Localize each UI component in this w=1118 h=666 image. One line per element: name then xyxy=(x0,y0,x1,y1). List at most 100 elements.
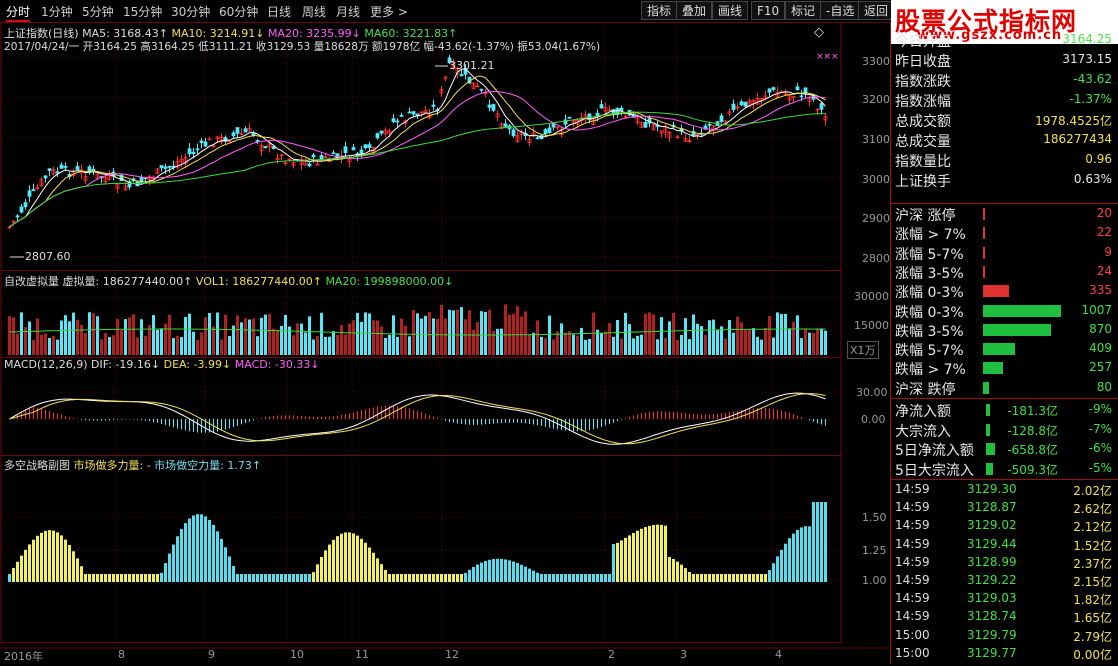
candle-body xyxy=(459,74,464,77)
candle-body xyxy=(391,118,396,123)
tick-row[interactable]: 14:59 3128.74 1.65亿 xyxy=(893,609,1118,629)
volume-bar xyxy=(576,335,579,355)
strategy-bar xyxy=(372,552,375,582)
tab-15min[interactable]: 15分钟 xyxy=(123,3,162,20)
ma-line xyxy=(9,111,826,228)
volume-bar xyxy=(420,318,423,355)
marker-xxx: ××× xyxy=(816,52,839,62)
tab-monthly[interactable]: 月线 xyxy=(336,3,360,20)
tab-5min[interactable]: 5分钟 xyxy=(82,3,114,20)
volume-bar xyxy=(668,321,671,355)
strategy-bar xyxy=(76,558,79,582)
tab-1min[interactable]: 1分钟 xyxy=(41,3,73,20)
volume-bar xyxy=(368,313,371,355)
tick-row[interactable]: 15:00 3129.77 0.00亿 xyxy=(893,646,1118,666)
strategy-bar xyxy=(448,574,451,582)
overlay-button[interactable]: 叠加 xyxy=(676,1,713,20)
dif-value: DIF: -19.16↓ xyxy=(91,358,161,371)
tab-intraday[interactable]: 分时 xyxy=(6,3,31,22)
x-label: 4 xyxy=(775,648,782,661)
strategy-bar xyxy=(412,574,415,582)
breadth-bar xyxy=(983,381,989,394)
strategy-bar xyxy=(136,574,139,582)
f10-button[interactable]: F10 xyxy=(751,1,786,20)
volume-bar xyxy=(484,311,487,355)
macd-y-tick: 30.00 xyxy=(856,386,888,399)
tick-time: 14:59 xyxy=(895,536,930,551)
strategy-bar xyxy=(356,535,359,582)
strategy-bar xyxy=(820,502,823,582)
macd-y-tick: 0.00 xyxy=(861,413,886,426)
volume-bar xyxy=(820,328,823,355)
strategy-bar xyxy=(64,539,67,582)
breadth-label: 跌幅 > 7% xyxy=(895,362,966,379)
breadth-row: 跌幅 5-7% 409 xyxy=(893,339,1118,359)
strategy-bar xyxy=(568,574,571,582)
x-label: 9 xyxy=(208,648,215,661)
volume-bar xyxy=(124,319,127,355)
volume-bar xyxy=(696,323,699,355)
strategy-bar xyxy=(384,569,387,582)
tick-row[interactable]: 14:59 3129.22 2.15亿 xyxy=(893,573,1118,593)
tab-60min[interactable]: 60分钟 xyxy=(219,3,258,20)
candle-body xyxy=(771,87,776,90)
strategy-bar xyxy=(756,574,759,582)
volume-bar xyxy=(524,311,527,355)
volume-bar xyxy=(400,318,403,355)
strategy-bar xyxy=(120,574,123,582)
tick-row[interactable]: 15:00 3129.79 2.79亿 xyxy=(893,628,1118,648)
volume-bar xyxy=(688,339,691,355)
strategy-bar xyxy=(192,515,195,582)
volume-bar xyxy=(768,315,771,355)
x-label: 3 xyxy=(680,648,687,661)
strategy-bar xyxy=(468,569,471,582)
candle-body xyxy=(487,104,492,108)
volume-bar xyxy=(156,329,159,355)
strategy-bar xyxy=(284,574,287,582)
volume-bar xyxy=(716,330,719,355)
indicator-button[interactable]: 指标 xyxy=(641,1,678,20)
tick-price: 3128.87 xyxy=(967,500,1017,515)
tick-row[interactable]: 14:59 3128.99 2.37亿 xyxy=(893,555,1118,575)
candle-body xyxy=(271,146,276,149)
tab-more[interactable]: 更多 > xyxy=(370,3,408,20)
candle-body xyxy=(567,116,572,119)
volume-bar xyxy=(548,315,551,355)
volume-bar xyxy=(444,318,447,355)
flow-pct: -5% xyxy=(1088,460,1112,475)
settings-diamond-icon[interactable]: ◇ xyxy=(814,25,824,40)
strategy-bar xyxy=(148,574,151,582)
tab-daily[interactable]: 日线 xyxy=(267,3,291,20)
tick-row[interactable]: 14:59 3129.44 1.52亿 xyxy=(893,537,1118,557)
strategy-bar xyxy=(516,563,519,582)
candle-body xyxy=(731,103,736,110)
volume-bar xyxy=(460,307,463,355)
volume-bar xyxy=(16,333,19,355)
tick-row[interactable]: 14:59 3129.03 1.82亿 xyxy=(893,591,1118,611)
quote-value: -1.37% xyxy=(1069,92,1112,106)
volume-bar xyxy=(84,332,87,355)
tab-30min[interactable]: 30分钟 xyxy=(171,3,210,20)
watchlist-button[interactable]: -自选 xyxy=(820,1,861,20)
tab-weekly[interactable]: 周线 xyxy=(302,3,326,20)
volume-bar xyxy=(72,312,75,355)
tick-row[interactable]: 14:59 3128.87 2.62亿 xyxy=(893,500,1118,520)
mark-button[interactable]: 标记 xyxy=(785,1,822,20)
tick-time: 14:59 xyxy=(895,609,930,624)
back-button[interactable]: 返回 xyxy=(858,1,895,20)
strategy-bar xyxy=(24,549,27,582)
tick-row[interactable]: 14:59 3129.02 2.12亿 xyxy=(893,518,1118,538)
breadth-value: 80 xyxy=(1096,379,1112,394)
kline-chart[interactable] xyxy=(0,22,890,664)
volume-bar xyxy=(428,312,431,355)
volume-bar xyxy=(328,336,331,355)
breadth-row: 涨幅 3-5% 24 xyxy=(893,262,1118,282)
strategy-bar xyxy=(20,555,23,582)
candle-body xyxy=(31,189,36,191)
candle-body xyxy=(203,141,208,147)
draw-button[interactable]: 画线 xyxy=(712,1,749,20)
tick-row[interactable]: 14:59 3129.30 2.02亿 xyxy=(893,482,1118,502)
x-label: 12 xyxy=(445,648,459,661)
strategy-bar xyxy=(244,574,247,582)
volume-bar xyxy=(796,315,799,355)
